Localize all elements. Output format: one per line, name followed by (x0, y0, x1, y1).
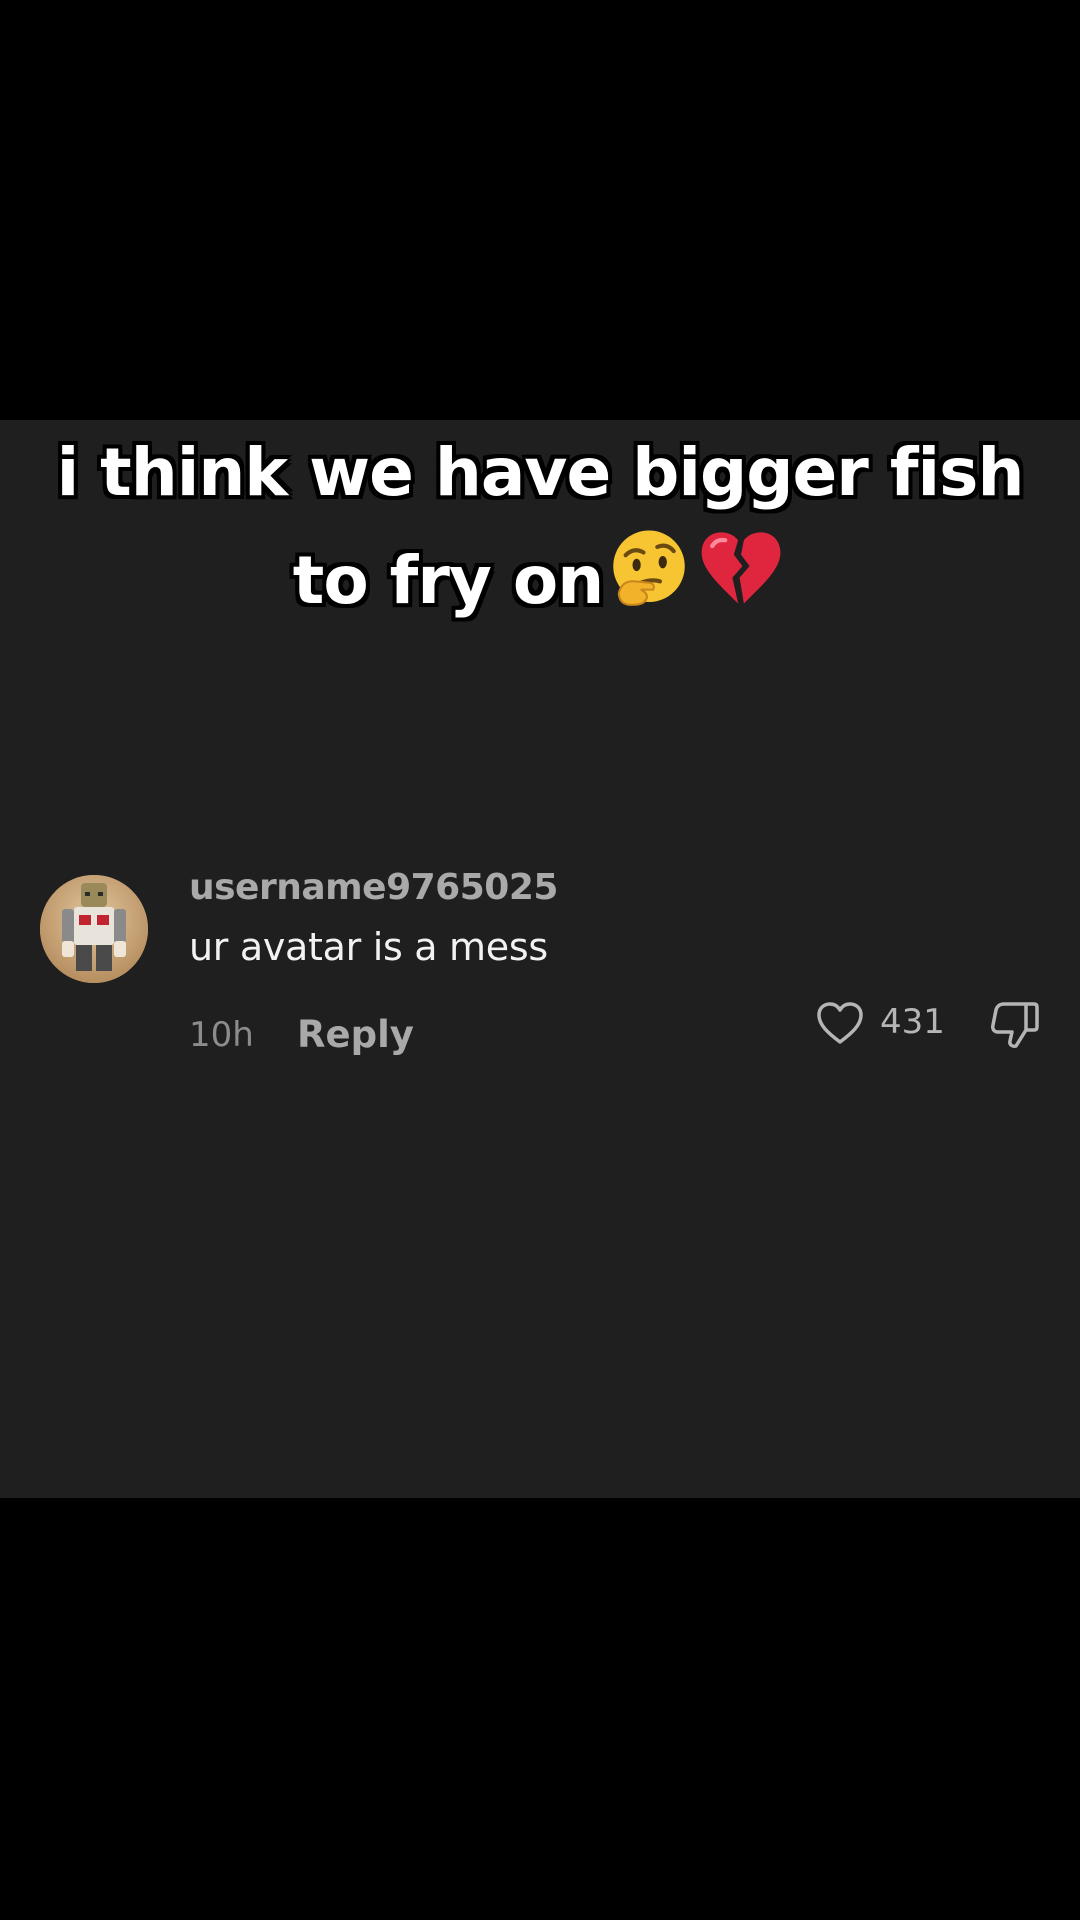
caption-line-2: to fry on (292, 542, 604, 619)
reply-button[interactable]: Reply (297, 1013, 414, 1056)
thinking-face-icon (605, 525, 693, 613)
video-caption: i think we have bigger fish to fry on (40, 420, 1040, 633)
like-count: 431 (880, 1002, 945, 1042)
roblox-avatar-icon (40, 875, 148, 983)
video-frame: i think we have bigger fish to fry on us… (0, 0, 1080, 1920)
thumbs-down-icon[interactable] (988, 998, 1042, 1052)
comment-username[interactable]: username9765025 (189, 867, 558, 908)
comment-item: username9765025 ur avatar is a mess 10h … (0, 867, 1080, 1075)
caption-line-2-wrapper: to fry on (40, 525, 1040, 633)
comment-text: ur avatar is a mess (189, 925, 548, 969)
comment-timestamp: 10h (189, 1015, 254, 1055)
broken-heart-icon (695, 525, 787, 613)
avatar[interactable] (40, 875, 148, 983)
heart-outline-icon[interactable] (814, 998, 866, 1050)
comment-screenshot-panel: i think we have bigger fish to fry on us… (0, 420, 1080, 1498)
caption-line-1: i think we have bigger fish (56, 434, 1025, 511)
